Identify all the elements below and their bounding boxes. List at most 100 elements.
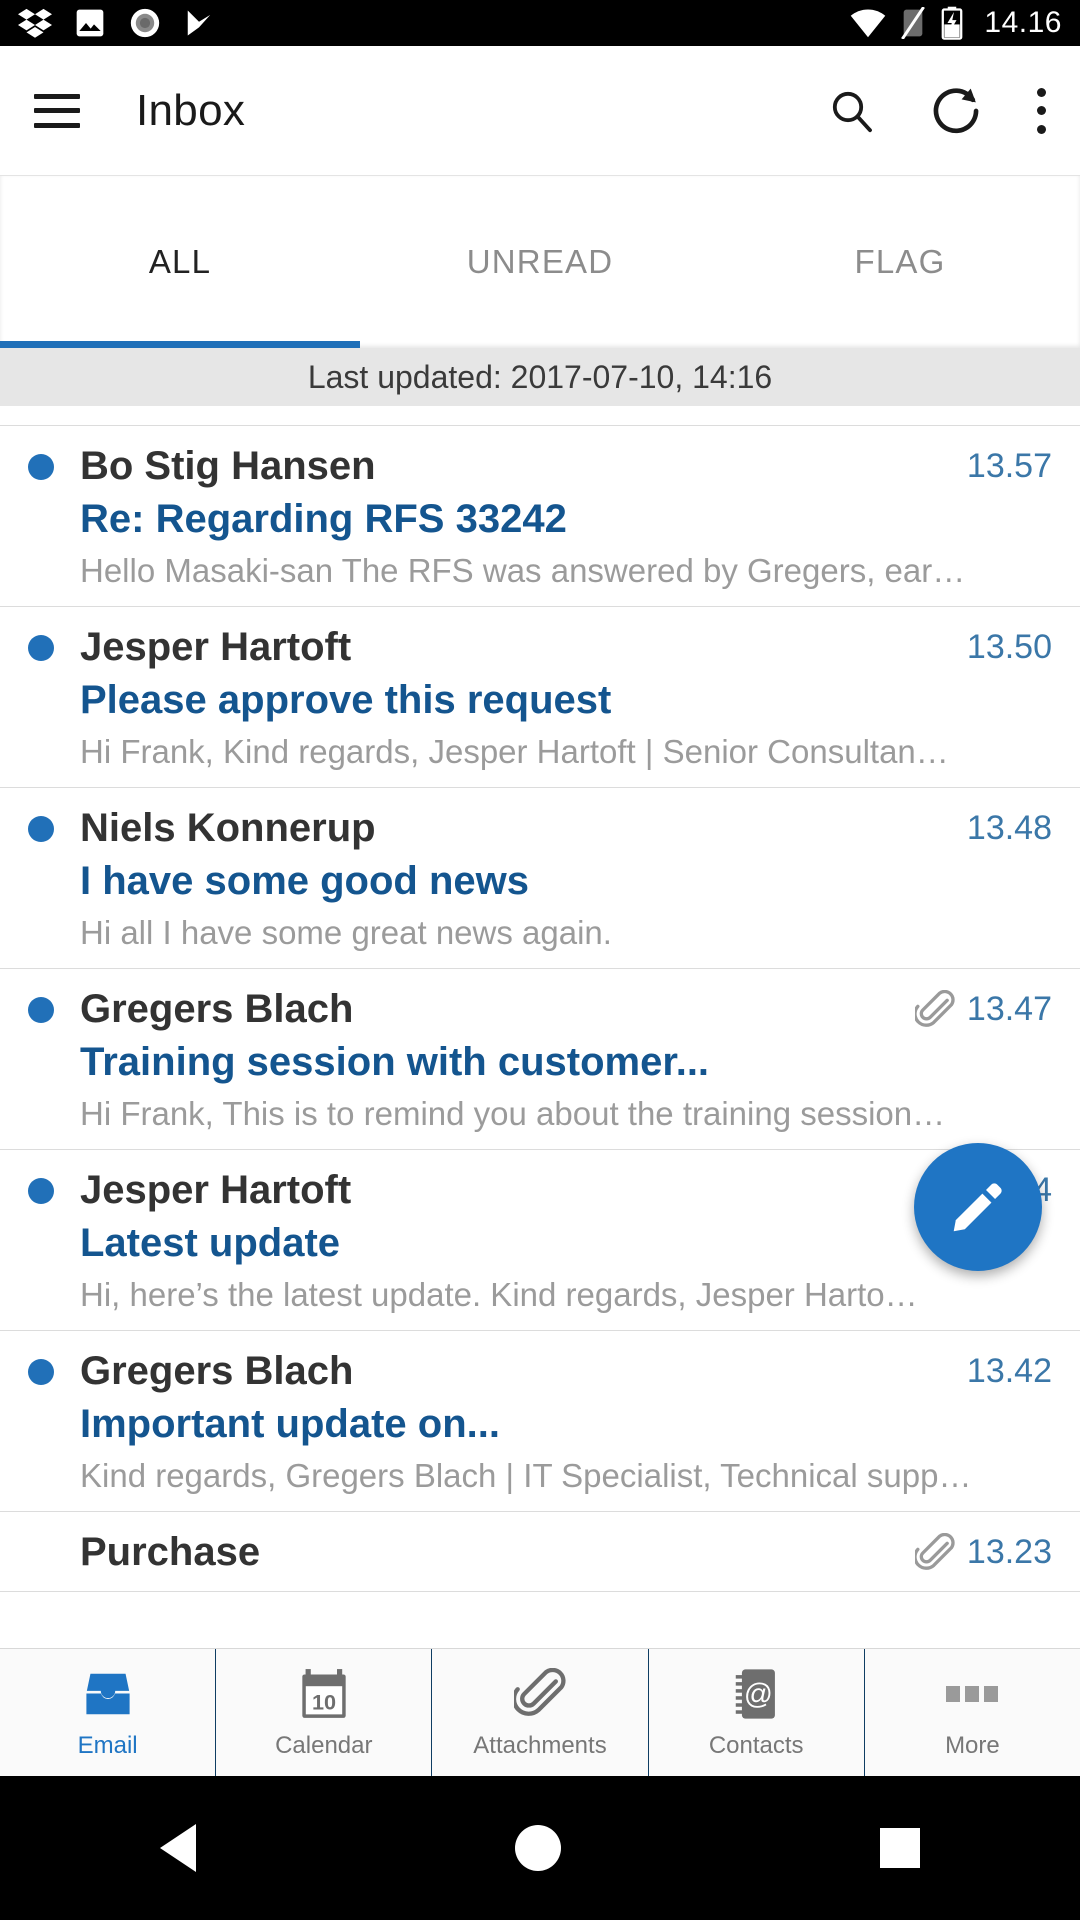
page-title: Inbox xyxy=(136,85,246,135)
email-row-meta: 13.50 xyxy=(951,628,1052,667)
tab-flag[interactable]: FLAG xyxy=(720,176,1080,348)
email-preview: Hello Masaki-san The RFS was answered by… xyxy=(80,552,966,589)
search-icon[interactable] xyxy=(828,87,876,135)
email-subject: Training session with customer... xyxy=(80,1040,710,1084)
email-time: 13.50 xyxy=(966,628,1052,666)
email-list-item[interactable]: Gregers Blach 13.42 Important update on...… xyxy=(0,1331,1080,1512)
unread-dot-indicator xyxy=(28,1177,54,1204)
home-circle-icon[interactable] xyxy=(514,1825,561,1871)
system-status-bar: 14.16 xyxy=(0,0,1080,46)
nav-item-attachments-label: Attachments xyxy=(473,1731,607,1759)
nav-item-email[interactable]: Email xyxy=(0,1649,217,1776)
bottom-navigation-bar: Email 10 Calendar Attachments @ Contacts… xyxy=(0,1648,1080,1776)
more-vertical-icon[interactable] xyxy=(1036,87,1046,134)
battery-charging-icon xyxy=(942,6,963,40)
system-navigation-bar xyxy=(0,1776,1080,1920)
checkmark-icon xyxy=(187,10,211,36)
sim-off-icon xyxy=(901,7,926,39)
last-updated-text: Last updated: 2017-07-10, 14:16 xyxy=(307,358,773,395)
tab-unread[interactable]: UNREAD xyxy=(360,176,720,348)
compose-pencil-icon xyxy=(953,1183,1002,1232)
email-list-item[interactable]: Jesper Hartoft13.44 Latest update Hi, here… xyxy=(0,1150,1080,1331)
email-list[interactable]: Hi, here's the latest, Kind regards, Bo … xyxy=(0,406,1080,1668)
email-preview: Hi Frank, This is to remind you about th… xyxy=(80,1095,946,1132)
dropbox-icon xyxy=(18,8,52,38)
email-list-item[interactable]: Jesper Hartoft 13.50 Please approve this r… xyxy=(0,607,1080,788)
svg-text:10: 10 xyxy=(312,1689,336,1714)
nav-item-email-label: Email xyxy=(77,1731,138,1759)
email-list-item[interactable]: Purchase 13.23 xyxy=(0,1512,1080,1592)
email-sender: Gregers Blach xyxy=(80,987,354,1031)
calendar-icon: 10 xyxy=(300,1666,348,1722)
email-sender: Bo Stig Hansen xyxy=(80,444,376,488)
gallery-icon xyxy=(76,9,104,37)
email-sender: Niels Konnerup xyxy=(80,806,376,850)
app-toolbar: Inbox xyxy=(0,46,1080,176)
email-subject: Re: Regarding RFS 33242 xyxy=(80,497,567,541)
compose-fab-button[interactable] xyxy=(914,1143,1042,1271)
wifi-icon xyxy=(851,9,886,38)
unread-dot-indicator xyxy=(28,634,54,661)
inbox-tray-icon xyxy=(81,1666,135,1722)
email-list-item[interactable]: Niels Konnerup 13.48 I have some good news… xyxy=(0,788,1080,969)
email-subject: Important update on... xyxy=(80,1402,500,1446)
email-row-header: Bo Stig Hansen 13.57 xyxy=(28,444,1052,489)
email-subject: Please approve this request xyxy=(80,678,612,722)
tab-all[interactable]: ALL xyxy=(0,176,360,348)
email-subject: Latest update xyxy=(80,1221,341,1265)
more-dots-icon xyxy=(946,1666,999,1722)
email-sender: Purchase xyxy=(80,1530,261,1574)
nav-item-contacts-label: Contacts xyxy=(708,1731,804,1759)
unread-dot-indicator xyxy=(28,1540,54,1566)
email-time: 13.23 xyxy=(966,1533,1052,1571)
nav-item-calendar[interactable]: 10 Calendar xyxy=(216,1649,433,1776)
tab-active-indicator xyxy=(0,341,360,348)
recents-square-icon[interactable] xyxy=(880,1828,921,1868)
status-bar-notification-icons xyxy=(18,6,214,40)
refresh-icon[interactable] xyxy=(928,83,984,139)
tab-bar: ALL UNREAD FLAG xyxy=(0,176,1080,348)
paperclip-icon xyxy=(914,1532,955,1570)
email-row-meta: 13.42 xyxy=(951,1352,1052,1391)
nav-item-attachments[interactable]: Attachments xyxy=(432,1649,649,1776)
email-row-header: Jesper Hartoft 13.50 xyxy=(28,625,1052,670)
email-preview: Hi Frank, Kind regards, Jesper Hartoft |… xyxy=(80,733,949,770)
nav-item-more[interactable]: More xyxy=(865,1649,1080,1776)
paperclip-icon xyxy=(914,989,955,1027)
email-sender: Jesper Hartoft xyxy=(80,1168,352,1212)
email-preview: Hi all I have some great news again. xyxy=(80,914,612,951)
unread-dot-indicator xyxy=(28,996,54,1023)
nav-item-more-label: More xyxy=(945,1731,1000,1759)
nav-item-calendar-label: Calendar xyxy=(275,1731,373,1759)
app-screen: 14.16 Inbox ALL UNREAD FLAG Last updated… xyxy=(0,0,1080,1920)
email-sender: Jesper Hartoft xyxy=(80,625,352,669)
status-bar-system-icons: 14.16 xyxy=(850,6,1062,40)
email-preview: Kind regards, Gregers Blach | IT Special… xyxy=(80,1457,972,1494)
record-icon xyxy=(130,8,160,38)
paperclip-icon xyxy=(514,1666,566,1722)
clipped-previous-row[interactable]: Hi, here's the latest, Kind regards, xyxy=(0,406,1080,426)
tab-flag-label: FLAG xyxy=(854,243,946,280)
email-row-meta: 13.48 xyxy=(951,809,1052,848)
email-row-header: Jesper Hartoft13.44 xyxy=(28,1168,1052,1213)
unread-dot-indicator xyxy=(28,453,54,480)
email-list-item[interactable]: Bo Stig Hansen 13.57 Re: Regarding RFS 332… xyxy=(0,426,1080,607)
tab-unread-label: UNREAD xyxy=(466,243,614,280)
toolbar-actions xyxy=(828,83,1046,139)
nav-item-contacts[interactable]: @ Contacts xyxy=(649,1649,865,1776)
email-row-meta: 13.47 xyxy=(899,989,1052,1030)
svg-text:@: @ xyxy=(744,1678,773,1710)
back-triangle-icon[interactable] xyxy=(159,1824,196,1872)
email-subject: I have some good news xyxy=(80,859,530,903)
email-preview: Hi, here’s the latest update. Kind regar… xyxy=(80,1276,918,1313)
email-list-item[interactable]: Gregers Blach 13.47 Training session with … xyxy=(0,969,1080,1150)
unread-dot-indicator xyxy=(28,815,54,842)
last-updated-bar: Last updated: 2017-07-10, 14:16 xyxy=(0,348,1080,406)
email-row-header: Gregers Blach 13.47 xyxy=(28,987,1052,1032)
email-row-meta: 13.23 xyxy=(899,1532,1052,1573)
hamburger-menu-icon[interactable] xyxy=(34,93,80,128)
email-row-meta: 13.57 xyxy=(951,447,1052,486)
tab-all-label: ALL xyxy=(148,243,212,280)
status-bar-clock: 14.16 xyxy=(984,6,1062,39)
email-time: 13.48 xyxy=(966,809,1052,847)
